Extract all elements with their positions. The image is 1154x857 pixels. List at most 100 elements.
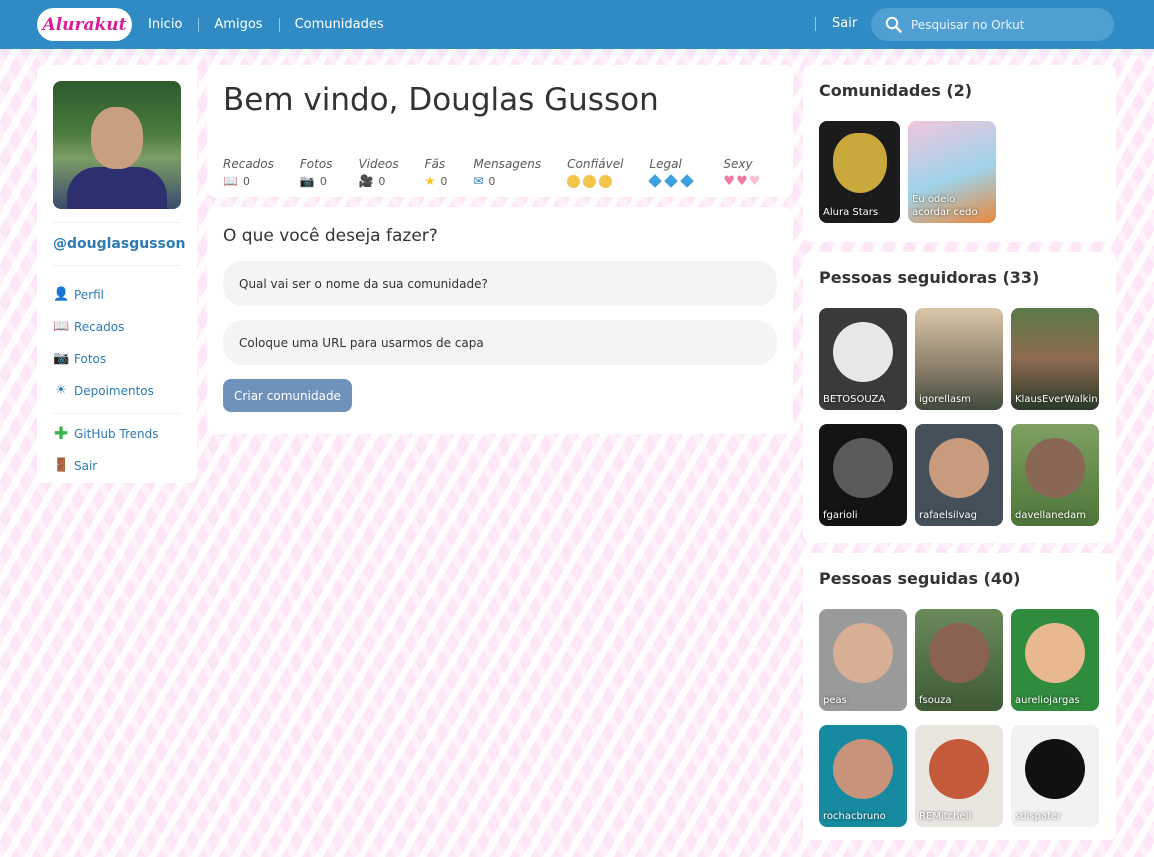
profile-sidebar: @douglasgusson 👤 Perfil 📖 Recados 📷 Foto… (37, 65, 197, 483)
avatar[interactable] (53, 81, 181, 209)
menu-item-depoimentos[interactable]: ☀ Depoimentos (53, 375, 181, 407)
following-tile[interactable]: rochacbruno (819, 725, 907, 827)
stat-videos: Videos 🎥 0 (358, 157, 398, 189)
heart-icon: ♥ (723, 173, 736, 189)
divider (53, 265, 181, 266)
profile-menu-secondary: ✚ GitHub Trends 🚪 Sair (53, 418, 181, 482)
following-tile[interactable]: sdispater (1011, 725, 1099, 827)
stat-label: Confiável (567, 157, 624, 171)
menu-item-label: Fotos (74, 352, 107, 366)
search-bar (871, 8, 1114, 41)
follower-name: BETOSOUZA (823, 394, 886, 405)
divider (53, 413, 181, 414)
follower-tile[interactable]: igorellasm (915, 308, 1003, 410)
brand-logo[interactable]: Alurakut (37, 8, 132, 41)
mail-icon: ✉ (473, 174, 484, 188)
avatar-photo (1025, 438, 1085, 498)
community-url-input[interactable]: Coloque uma URL para usarmos de capa (223, 320, 777, 365)
avatar-photo (833, 623, 893, 683)
stat-label: Recados (223, 157, 274, 171)
following-grid: peas fsouza aureliojargas rochacbruno RE… (819, 609, 1100, 827)
avatar-photo (929, 438, 989, 498)
smiley-icon (599, 174, 613, 188)
create-community-button[interactable]: Criar comunidade (223, 379, 352, 412)
profile-menu: 👤 Perfil 📖 Recados 📷 Fotos ☀ Depoimentos (53, 279, 181, 407)
menu-item-perfil[interactable]: 👤 Perfil (53, 279, 181, 311)
followers-grid: BETOSOUZA igorellasm KlausEverWalking fg… (819, 308, 1100, 526)
avatar-shirt (67, 167, 167, 209)
cube-icon (648, 174, 663, 188)
following-tile[interactable]: fsouza (915, 609, 1003, 711)
door-icon: 🚪 (53, 458, 70, 473)
github-icon (833, 322, 893, 382)
followers-title: Pessoas seguidoras (33) (819, 268, 1040, 287)
stat-mensagens: Mensagens ✉ 0 (473, 157, 541, 189)
user-icon: 👤 (53, 287, 70, 302)
communities-box: Comunidades (2) Alura Stars Eu odeio aco… (803, 65, 1116, 242)
stat-value: 0 (319, 174, 327, 188)
follower-tile[interactable]: KlausEverWalking (1011, 308, 1099, 410)
rating-smileys (567, 173, 623, 189)
profile-handle[interactable]: @douglasgusson (53, 236, 185, 252)
plus-icon: ✚ (53, 424, 69, 444)
form-heading: O que você deseja fazer? (223, 226, 438, 246)
following-box: Pessoas seguidas (40) peas fsouza aureli… (803, 553, 1116, 840)
smiley-icon (583, 174, 597, 188)
follower-tile[interactable]: fgarioli (819, 424, 907, 526)
search-input[interactable] (911, 17, 1101, 32)
stat-label: Fotos (299, 157, 333, 171)
follower-tile[interactable]: rafaelsilvag (915, 424, 1003, 526)
nav-amigos[interactable]: Amigos (214, 17, 278, 32)
main-nav: Inicio Amigos Comunidades (148, 0, 400, 49)
stat-value: 0 (440, 174, 448, 188)
menu-item-label: Recados (74, 320, 125, 334)
nav-comunidades[interactable]: Comunidades (295, 17, 400, 32)
stat-fotos: Fotos 📷 0 (300, 157, 333, 189)
star-icon: ★ (424, 174, 436, 188)
menu-item-github-trends[interactable]: ✚ GitHub Trends (53, 418, 181, 450)
logout-link[interactable]: Sair (832, 16, 857, 31)
menu-item-label: Sair (74, 459, 98, 473)
menu-item-recados[interactable]: 📖 Recados (53, 311, 181, 343)
follower-tile[interactable]: davellanedam (1011, 424, 1099, 526)
search-icon[interactable] (885, 16, 902, 33)
community-name: Alura Stars (823, 207, 879, 218)
following-name: rochacbruno (823, 811, 886, 822)
community-tile[interactable]: Eu odeio acordar cedo (908, 121, 996, 223)
stat-legal: Legal (648, 157, 697, 189)
profile-stats: Recados 📖 0 Fotos 📷 0 Videos 🎥 0 Fãs ★ 0 Men… (223, 157, 777, 189)
welcome-panel: Bem vindo, Douglas Gusson Recados 📖 0 Fot… (207, 65, 793, 197)
following-name: REMitchell (919, 811, 972, 822)
followers-box: Pessoas seguidoras (33) BETOSOUZA igorel… (803, 252, 1116, 543)
nav-divider (815, 17, 816, 31)
smiley-icon (567, 174, 581, 188)
stat-recados: Recados 📖 0 (223, 157, 274, 189)
follower-name: rafaelsilvag (919, 510, 977, 521)
stat-label: Sexy (723, 157, 753, 171)
following-title: Pessoas seguidas (40) (819, 569, 1021, 588)
menu-item-fotos[interactable]: 📷 Fotos (53, 343, 181, 375)
avatar-photo (929, 623, 989, 683)
sun-icon: ☀ (55, 383, 67, 398)
nav-inicio[interactable]: Inicio (148, 17, 198, 32)
avatar-photo (929, 739, 989, 799)
stat-label: Fãs (424, 157, 446, 171)
following-tile[interactable]: aureliojargas (1011, 609, 1099, 711)
follower-name: igorellasm (919, 394, 971, 405)
avatar-photo (1025, 623, 1085, 683)
community-name-input[interactable]: Qual vai ser o nome da sua comunidade? (223, 261, 777, 306)
community-tile[interactable]: Alura Stars (819, 121, 900, 223)
rating-hearts: ♥ ♥ ♥ (723, 173, 761, 189)
following-name: fsouza (919, 695, 952, 706)
create-community-form: O que você deseja fazer? Qual vai ser o … (207, 207, 793, 434)
book-icon: 📖 (53, 319, 70, 334)
stat-value: 0 (488, 174, 496, 188)
community-name: Eu odeio acordar cedo (912, 194, 978, 218)
following-name: sdispater (1015, 811, 1062, 822)
menu-item-sair[interactable]: 🚪 Sair (53, 450, 181, 482)
following-tile[interactable]: REMitchell (915, 725, 1003, 827)
camera-icon: 📷 (299, 174, 315, 188)
following-tile[interactable]: peas (819, 609, 907, 711)
follower-tile[interactable]: BETOSOUZA (819, 308, 907, 410)
following-name: aureliojargas (1015, 695, 1080, 706)
